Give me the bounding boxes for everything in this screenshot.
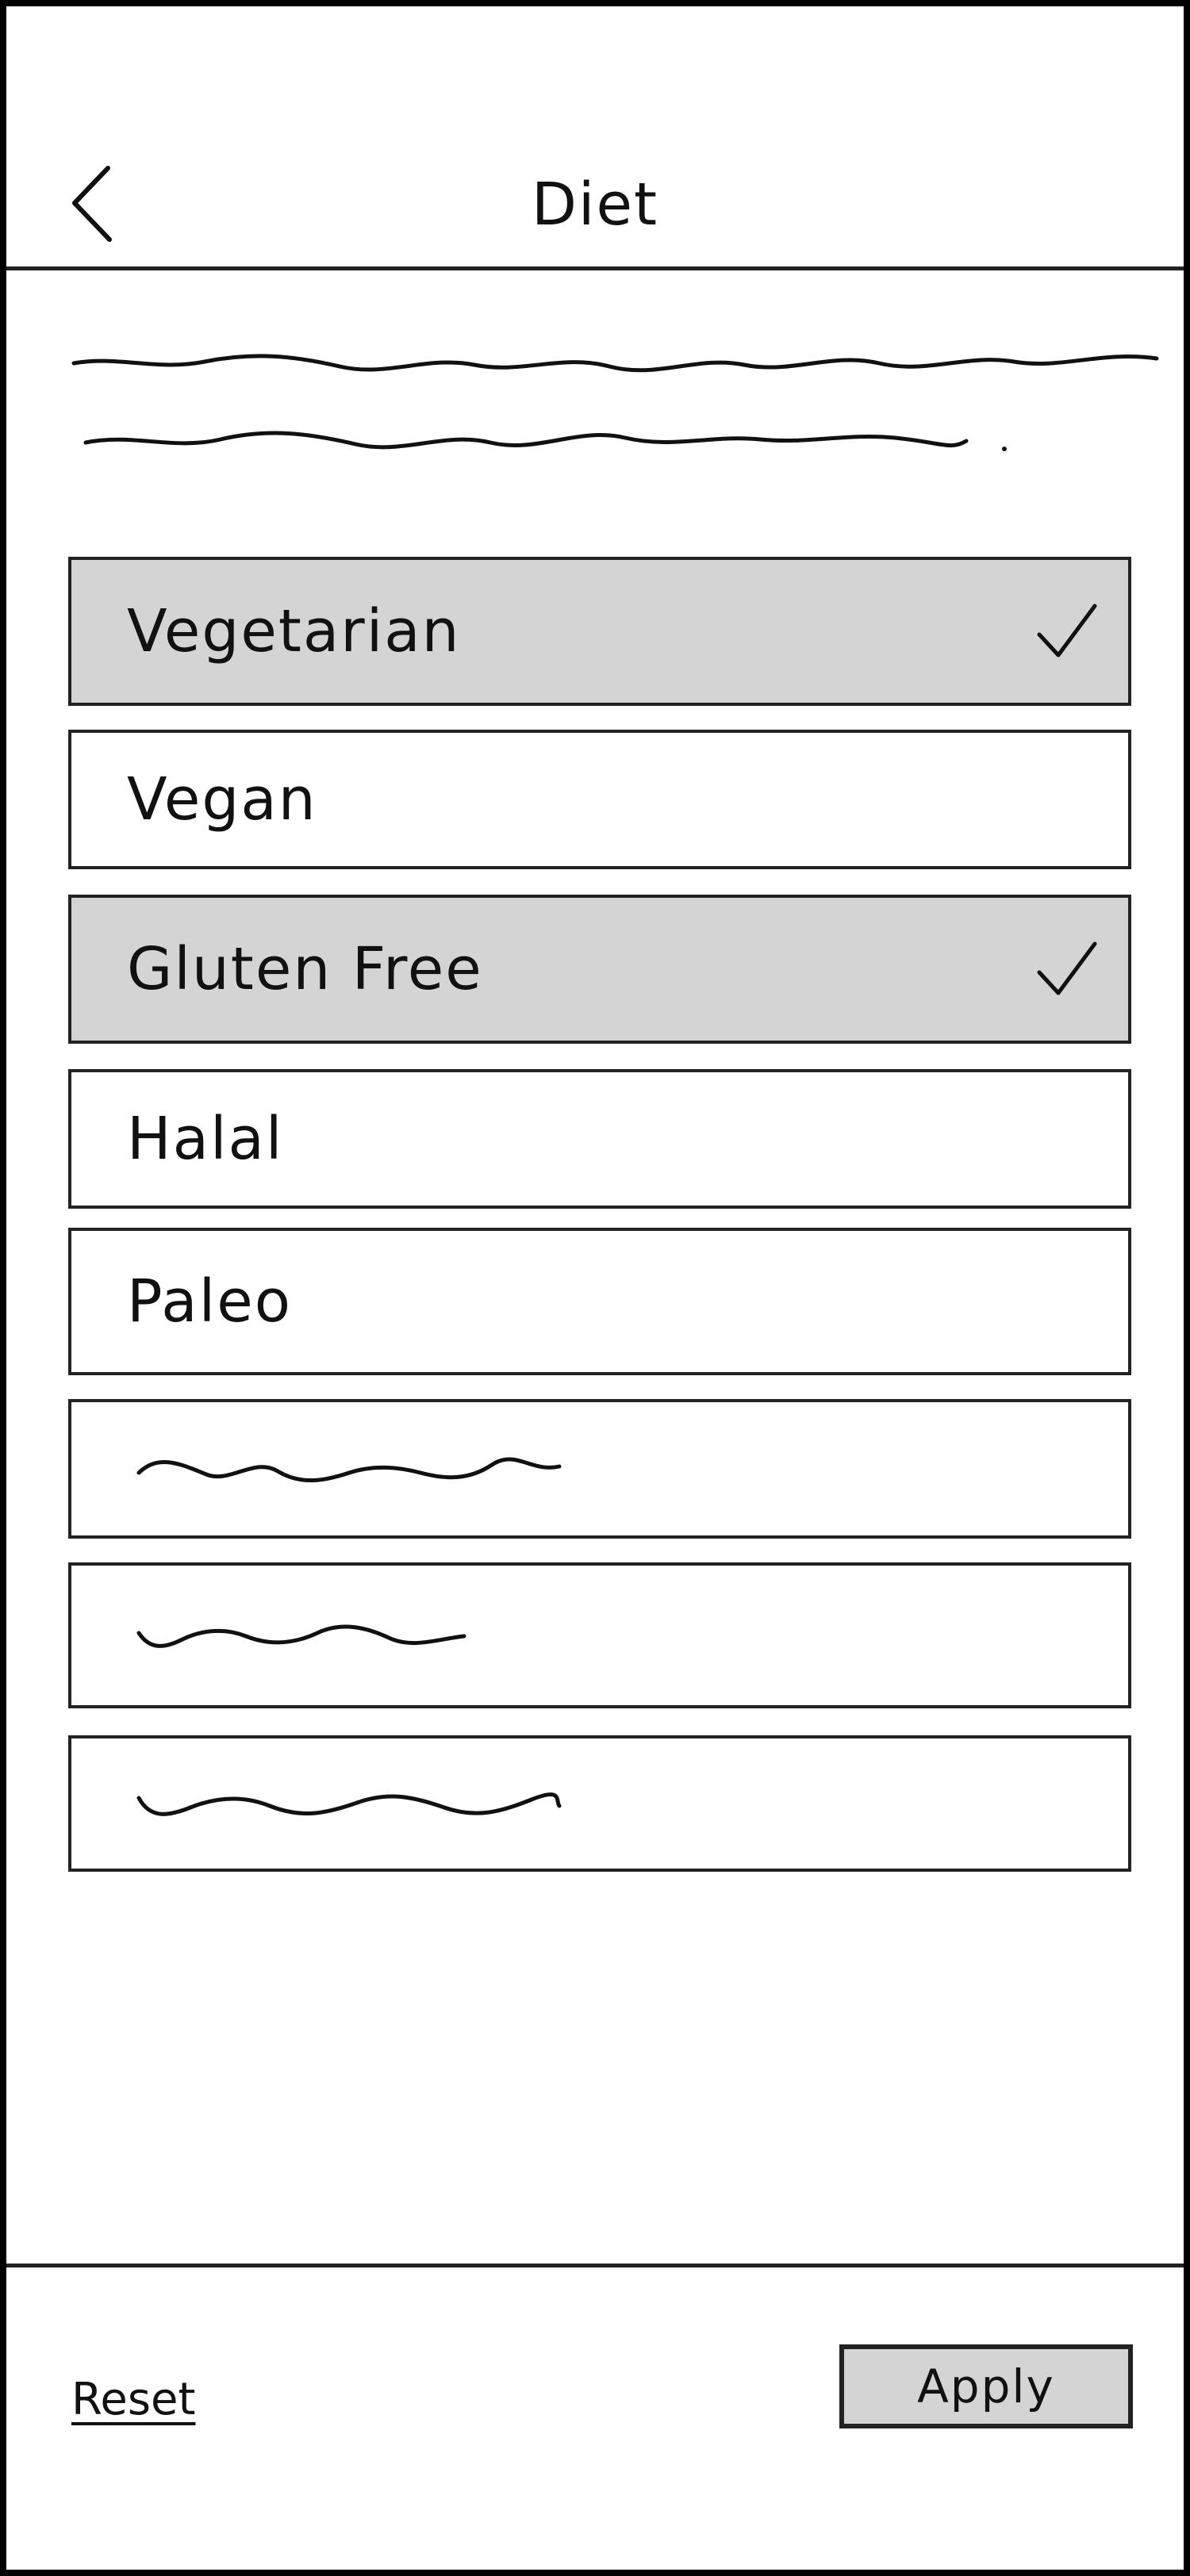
option-label: Paleo — [127, 1267, 293, 1336]
option-label: Vegan — [127, 765, 317, 834]
option-placeholder[interactable] — [68, 1735, 1131, 1872]
option-label: Halal — [127, 1105, 284, 1173]
option-placeholder[interactable] — [68, 1562, 1131, 1708]
text-placeholder — [136, 1792, 562, 1816]
checkmark-icon — [1037, 941, 1097, 995]
footer-divider — [6, 2264, 1184, 2267]
apply-button[interactable]: Apply — [839, 2344, 1133, 2428]
option-label: Vegetarian — [127, 597, 461, 665]
text-placeholder — [136, 1624, 466, 1648]
header: Diet — [6, 6, 1184, 270]
option-gluten-free[interactable]: Gluten Free — [68, 895, 1131, 1044]
option-label: Gluten Free — [127, 935, 483, 1003]
reset-link[interactable]: Reset — [71, 2374, 195, 2425]
option-vegan[interactable]: Vegan — [68, 730, 1131, 869]
text-placeholder — [136, 1457, 562, 1482]
screen-frame: Diet Vegetarian Vegan Gluten Free Halal … — [0, 0, 1190, 2576]
page-title: Diet — [531, 171, 659, 239]
option-placeholder[interactable] — [68, 1399, 1131, 1539]
option-halal[interactable]: Halal — [68, 1069, 1131, 1209]
checkmark-icon — [1037, 604, 1097, 657]
description-placeholder — [71, 354, 1159, 451]
option-paleo[interactable]: Paleo — [68, 1228, 1131, 1375]
option-vegetarian[interactable]: Vegetarian — [68, 557, 1131, 706]
header-divider — [6, 266, 1184, 270]
